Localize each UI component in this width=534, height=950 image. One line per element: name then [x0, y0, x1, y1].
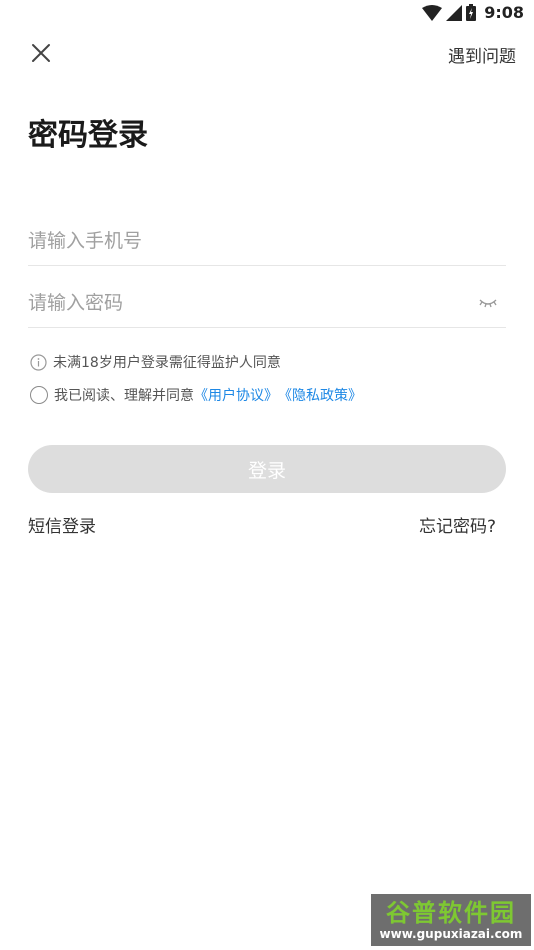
status-bar: 9:08 [0, 0, 534, 28]
status-time: 9:08 [484, 3, 524, 22]
password-input[interactable] [28, 278, 506, 327]
close-icon [32, 44, 50, 62]
agreement-row: 我已阅读、理解并同意 《用户协议》 《隐私政策》 [30, 385, 362, 405]
privacy-policy-link[interactable]: 《隐私政策》 [278, 385, 362, 405]
wifi-icon [422, 4, 443, 21]
info-icon [30, 353, 47, 371]
forgot-password-link[interactable]: 忘记密码? [419, 512, 496, 537]
page-title: 密码登录 [28, 118, 148, 153]
close-button[interactable] [28, 40, 54, 66]
signal-icon [446, 4, 463, 21]
age-notice: 未满18岁用户登录需征得监护人同意 [30, 352, 281, 372]
watermark-title: 谷普软件园 [386, 899, 516, 927]
phone-field-container [28, 216, 506, 266]
user-agreement-link[interactable]: 《用户协议》 [194, 385, 278, 405]
watermark-logo: 谷普软件园 www.gupuxiazai.com [371, 894, 531, 946]
age-notice-text: 未满18岁用户登录需征得监护人同意 [53, 355, 281, 371]
sms-login-link[interactable]: 短信登录 [28, 512, 96, 537]
battery-icon [466, 4, 477, 21]
help-link[interactable]: 遇到问题 [448, 42, 516, 67]
password-field-container [28, 278, 506, 328]
agreement-text: 我已阅读、理解并同意 [54, 388, 194, 404]
watermark-url: www.gupuxiazai.com [379, 927, 523, 941]
phone-input[interactable] [28, 216, 506, 265]
eye-closed-icon[interactable] [478, 296, 498, 310]
status-icons: 9:08 [422, 3, 524, 22]
login-button[interactable]: 登录 [28, 445, 506, 493]
agreement-radio[interactable] [30, 386, 48, 404]
